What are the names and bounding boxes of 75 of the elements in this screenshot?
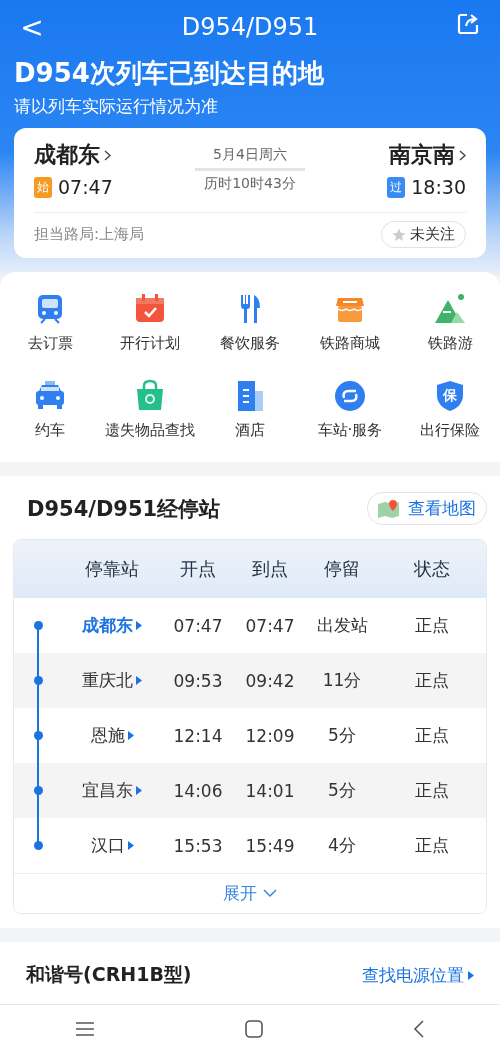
chevron-icon	[459, 149, 466, 161]
station-link[interactable]: 宜昌东	[62, 779, 162, 802]
mountain-icon	[433, 292, 467, 326]
table-cell-text: 15:53	[172, 835, 224, 856]
service-item[interactable]: 铁路游	[400, 292, 500, 353]
back-icon[interactable]	[413, 1019, 425, 1038]
triangle-icon	[136, 621, 142, 630]
station-name[interactable]: 南京南	[389, 140, 466, 170]
map-pin-icon	[378, 499, 400, 518]
train-time: 07:47	[58, 176, 113, 198]
station-link[interactable]: 成都东	[62, 614, 162, 637]
triangle-icon	[127, 841, 134, 850]
table-cell-text: 正点	[414, 834, 450, 857]
train-model: 和谐号(CRH1B型)	[26, 962, 192, 987]
service-item[interactable]: 去订票	[0, 292, 100, 353]
swap-icon	[333, 379, 367, 413]
table-cell-text: 07:47	[172, 615, 224, 636]
table-cell-text: 11分	[321, 669, 363, 692]
table-cell-text: 12:09	[244, 725, 296, 746]
table-cell-text: 正点	[414, 724, 450, 747]
power-location-link[interactable]: 查找电源位置	[362, 963, 474, 987]
station-link[interactable]: 汉口	[62, 834, 162, 857]
star-icon	[392, 227, 406, 242]
home-icon[interactable]	[245, 1019, 263, 1038]
service-item[interactable]: 开行计划	[100, 292, 200, 353]
trip-duration: 历时10时43分	[204, 175, 296, 193]
triangle-icon	[136, 676, 142, 685]
column-header: 停留	[323, 557, 361, 581]
trip-date: 5月4日周六	[213, 146, 287, 164]
back-button[interactable]: <	[14, 10, 50, 44]
table-cell-text: 09:53	[172, 670, 224, 691]
table-cell-text: 14:06	[172, 780, 224, 801]
table-cell-text: 正点	[414, 669, 450, 692]
table-cell-text: 5分	[327, 724, 357, 747]
expand-button[interactable]: 展开	[14, 873, 486, 913]
service-item[interactable]: 保 出行保险	[400, 379, 500, 440]
map-button[interactable]: 查看地图	[367, 492, 487, 525]
table-cell-text: 12:14	[172, 725, 224, 746]
column-header: 停靠站	[84, 557, 140, 581]
station-name[interactable]: 成都东	[34, 140, 111, 170]
service-item[interactable]: 车站·服务	[300, 379, 400, 440]
service-item[interactable]: 约车	[0, 379, 100, 440]
section-title: D954/D951经停站	[27, 495, 221, 523]
table-cell-text: 09:42	[244, 670, 296, 691]
service-item[interactable]: 铁路商城	[300, 292, 400, 353]
chevron-down-icon	[263, 889, 277, 898]
table-cell-text: 正点	[414, 779, 450, 802]
triangle-icon	[468, 970, 474, 980]
table-cell-text: 4分	[327, 834, 357, 857]
station-tag: 始	[34, 176, 52, 198]
follow-button[interactable]: 未关注	[381, 221, 466, 248]
status-note: 请以列车实际运行情况为准	[14, 95, 219, 118]
chevron-icon	[104, 149, 111, 161]
service-item[interactable]: 遗失物品查找	[100, 379, 200, 440]
table-cell-text: 5分	[327, 779, 357, 802]
menu-icon[interactable]	[75, 1020, 95, 1037]
bureau-text: 担当路局:上海局	[34, 225, 145, 244]
station-link[interactable]: 重庆北	[62, 669, 162, 692]
column-header: 开点	[179, 557, 217, 581]
table-cell-text: 07:47	[244, 615, 296, 636]
train-time: 18:30	[411, 176, 466, 198]
page-title: D954/D951	[181, 13, 319, 41]
station-tag: 过	[387, 176, 406, 198]
triangle-icon	[127, 731, 134, 740]
column-header: 到点	[251, 557, 289, 581]
status-headline: D954次列车已到达目的地	[14, 57, 325, 90]
service-item[interactable]: 餐饮服务	[200, 292, 300, 353]
column-header: 状态	[413, 557, 451, 581]
table-cell-text: 正点	[414, 614, 450, 637]
station-link[interactable]: 恩施	[62, 724, 162, 747]
table-cell-text: 15:49	[244, 835, 296, 856]
table-cell-text: 14:01	[244, 780, 296, 801]
triangle-icon	[136, 786, 142, 795]
service-item[interactable]: 酒店	[200, 379, 300, 440]
table-cell-text: 出发站	[315, 614, 369, 637]
